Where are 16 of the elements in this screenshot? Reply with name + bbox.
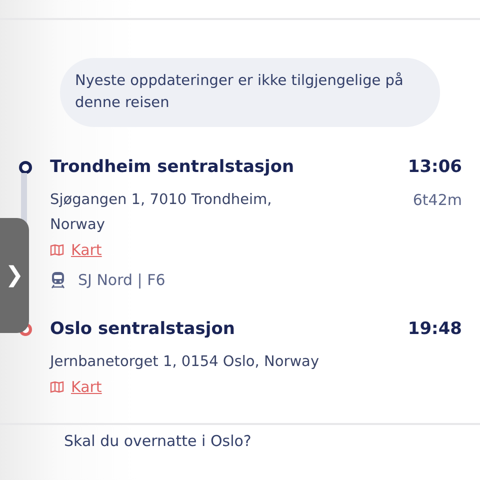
station-address: Sjøgangen 1, 7010 Trondheim, Norway <box>50 191 273 235</box>
station-address: Jernbanetorget 1, 0154 Oslo, Norway <box>50 353 320 372</box>
map-link[interactable]: Kart <box>71 241 102 259</box>
map-link[interactable]: Kart <box>71 378 102 396</box>
departure-time: 19:48 <box>408 318 462 340</box>
side-tab-button[interactable]: ❯ <box>0 218 29 333</box>
station-name: Trondheim sentralstasjon <box>50 156 294 178</box>
notice-message: Nyeste oppdateringer er ikke tilgjengelige på denne reisen <box>60 58 440 127</box>
map-icon <box>50 244 64 256</box>
section-title: Skal du overnatte i Oslo? <box>64 432 252 450</box>
train-icon <box>50 271 66 289</box>
station-name: Oslo sentralstasjon <box>50 318 235 340</box>
departure-time: 13:06 <box>408 156 462 178</box>
map-icon <box>50 381 64 393</box>
train-service: SJ Nord | F6 <box>78 271 166 289</box>
travel-duration: 6t42m <box>412 190 462 211</box>
